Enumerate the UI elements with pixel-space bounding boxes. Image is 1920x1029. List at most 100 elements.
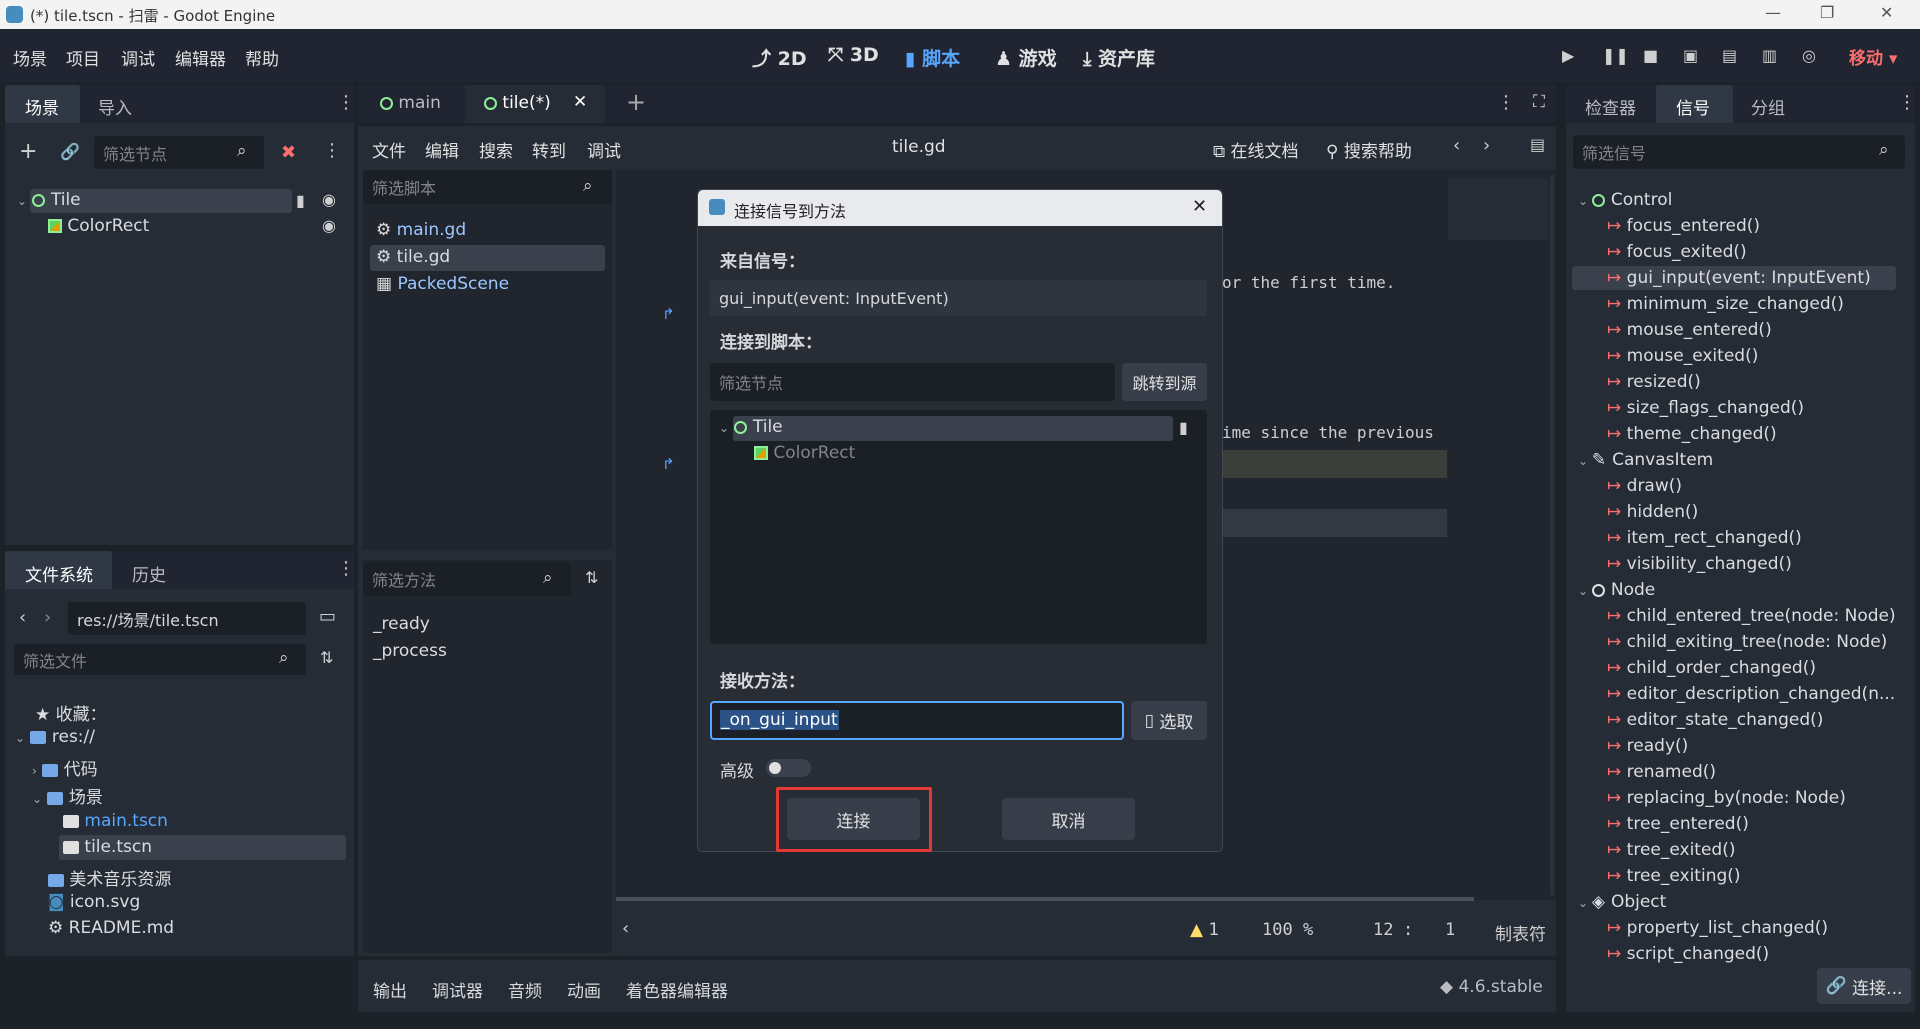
workspace-game[interactable]: ♟ 游戏 bbox=[995, 44, 1057, 71]
editor-tab-tile[interactable]: tile(*) bbox=[484, 93, 551, 113]
menu-debug[interactable]: 调试 bbox=[121, 45, 155, 70]
signal-item[interactable]: ↦ minimum_size_changed() bbox=[1607, 294, 1844, 314]
dock-menu-icon[interactable]: ⋮ bbox=[1898, 92, 1916, 113]
back-icon[interactable]: ‹ bbox=[19, 607, 26, 628]
add-node-icon[interactable]: + bbox=[19, 139, 37, 164]
signal-item[interactable]: ↦ size_flags_changed() bbox=[1607, 398, 1804, 418]
filter-signals-input[interactable]: 筛选信号 bbox=[1573, 135, 1905, 169]
zoom-level[interactable]: 100 % bbox=[1262, 920, 1313, 940]
sort-icon[interactable]: ⇅ bbox=[320, 648, 333, 667]
tab-inspector[interactable]: 检查器 bbox=[1585, 94, 1636, 119]
bottom-tab-animation[interactable]: 动画 bbox=[567, 977, 601, 1002]
fs-item-tile-tscn[interactable]: tile.tscn bbox=[63, 837, 152, 857]
signal-item[interactable]: ↦ resized() bbox=[1607, 372, 1701, 392]
tab-scene[interactable]: 场景 bbox=[25, 94, 59, 119]
stop-icon[interactable]: ■ bbox=[1643, 46, 1661, 65]
fs-item-icon-svg[interactable]: ◙ icon.svg bbox=[48, 892, 140, 912]
play-icon[interactable]: ▶ bbox=[1562, 46, 1580, 65]
close-tab-icon[interactable]: ✕ bbox=[573, 92, 587, 112]
scene-node-tile[interactable]: ⌄ Tile bbox=[17, 190, 81, 210]
filesystem-filter-input[interactable]: 筛选文件 bbox=[14, 644, 306, 675]
connect-signal-button[interactable]: 🔗 连接... bbox=[1817, 968, 1911, 1004]
maximize-button[interactable]: ❐ bbox=[1820, 3, 1834, 22]
attach-script-icon[interactable]: ✖ bbox=[281, 142, 296, 163]
favorites-row[interactable]: ★ 收藏： bbox=[35, 700, 107, 725]
signal-item[interactable]: ↦ gui_input(event: InputEvent) bbox=[1607, 268, 1871, 288]
signal-item[interactable]: ↦ focus_entered() bbox=[1607, 216, 1760, 236]
code-minimap[interactable] bbox=[1448, 178, 1548, 240]
signal-item[interactable]: ↦ property_list_changed() bbox=[1607, 918, 1828, 938]
renderer-mode[interactable]: 移动 ▾ bbox=[1849, 44, 1897, 69]
filter-methods-input[interactable]: 筛选方法 bbox=[363, 562, 571, 596]
warnings-indicator[interactable]: ▲ 1 bbox=[1190, 920, 1219, 940]
signal-item[interactable]: ↦ replacing_by(node: Node) bbox=[1607, 788, 1846, 808]
search-help-button[interactable]: ⚲ 搜索帮助 bbox=[1326, 137, 1412, 162]
add-tab-icon[interactable]: + bbox=[626, 88, 646, 116]
script-menu-goto[interactable]: 转到 bbox=[532, 137, 566, 162]
signal-item[interactable]: ↦ script_changed() bbox=[1607, 944, 1769, 964]
forward-icon[interactable]: › bbox=[44, 607, 51, 628]
signal-group-node[interactable]: ⌄ Node bbox=[1578, 580, 1655, 600]
signal-item[interactable]: ↦ mouse_exited() bbox=[1607, 346, 1758, 366]
editor-tab-main[interactable]: main bbox=[380, 93, 441, 113]
remote-debug-icon[interactable]: ▣ bbox=[1683, 46, 1701, 65]
workspace-assetlib[interactable]: ⤓ 资产库 bbox=[1083, 44, 1155, 71]
signal-item[interactable]: ↦ draw() bbox=[1607, 476, 1682, 496]
scene-menu-icon[interactable]: ⋮ bbox=[323, 140, 341, 161]
dialog-cancel-button[interactable]: 取消 bbox=[1002, 798, 1135, 840]
visibility-eye-icon[interactable]: ◉ bbox=[322, 190, 336, 209]
bottom-tab-debugger[interactable]: 调试器 bbox=[432, 977, 483, 1002]
tab-filesystem[interactable]: 文件系统 bbox=[25, 561, 93, 586]
signal-item[interactable]: ↦ ready() bbox=[1607, 736, 1688, 756]
tab-groups[interactable]: 分组 bbox=[1751, 94, 1785, 119]
pause-icon[interactable]: ❚❚ bbox=[1602, 46, 1629, 65]
dialog-filter-nodes-input[interactable]: 筛选节点 bbox=[710, 363, 1115, 401]
link-icon[interactable]: 🔗 bbox=[60, 142, 80, 161]
script-attached-icon[interactable]: ▮ bbox=[296, 191, 305, 210]
minimize-button[interactable]: — bbox=[1765, 3, 1781, 22]
script-menu-search[interactable]: 搜索 bbox=[479, 137, 513, 162]
method-item-process[interactable]: _process bbox=[373, 641, 447, 661]
movie-maker-icon[interactable]: ◎ bbox=[1802, 46, 1820, 65]
script-menu-file[interactable]: 文件 bbox=[372, 137, 406, 162]
workspace-script[interactable]: ▮ 脚本 bbox=[905, 44, 960, 71]
signal-item[interactable]: ↦ theme_changed() bbox=[1607, 424, 1777, 444]
vertical-scrollbar[interactable] bbox=[1550, 175, 1554, 895]
play-custom-icon[interactable]: ▥ bbox=[1762, 46, 1780, 65]
prev-script-icon[interactable]: ‹ bbox=[1453, 135, 1460, 156]
dialog-close-button[interactable]: ✕ bbox=[1192, 196, 1207, 217]
dock-menu-icon[interactable]: ⋮ bbox=[337, 558, 355, 579]
indent-mode[interactable]: 制表符 bbox=[1495, 920, 1546, 945]
script-item-main[interactable]: ⚙ main.gd bbox=[376, 220, 466, 240]
signal-group-object[interactable]: ⌄ ◈ Object bbox=[1578, 892, 1666, 912]
sort-icon[interactable]: ⇅ bbox=[585, 568, 598, 587]
tab-import[interactable]: 导入 bbox=[98, 94, 132, 119]
signal-group-canvasitem[interactable]: ⌄ ✎ CanvasItem bbox=[1578, 450, 1713, 470]
fs-item-main-tscn[interactable]: main.tscn bbox=[63, 811, 168, 831]
script-item-tile[interactable]: ⚙ tile.gd bbox=[376, 247, 450, 267]
visibility-eye-icon[interactable]: ◉ bbox=[322, 216, 336, 235]
horizontal-scrollbar[interactable] bbox=[616, 897, 1474, 901]
dialog-connect-button[interactable]: 连接 bbox=[787, 798, 920, 840]
fs-item-scenes[interactable]: ⌄ 场景 bbox=[32, 783, 103, 808]
signal-item[interactable]: ↦ tree_entered() bbox=[1607, 814, 1749, 834]
signal-item[interactable]: ↦ mouse_entered() bbox=[1607, 320, 1772, 340]
signal-item[interactable]: ↦ tree_exited() bbox=[1607, 840, 1735, 860]
bottom-tab-shader-editor[interactable]: 着色器编辑器 bbox=[626, 977, 728, 1002]
pick-method-button[interactable]: ▯ 选取 bbox=[1131, 701, 1207, 740]
menu-help[interactable]: 帮助 bbox=[245, 45, 279, 70]
bottom-tab-output[interactable]: 输出 bbox=[373, 977, 407, 1002]
connected-signal-icon[interactable]: ↱ bbox=[662, 305, 675, 323]
signal-item[interactable]: ↦ child_entered_tree(node: Node) bbox=[1607, 606, 1896, 626]
scene-node-colorrect[interactable]: ColorRect bbox=[48, 216, 149, 236]
signal-item[interactable]: ↦ hidden() bbox=[1607, 502, 1698, 522]
script-item-packedscene[interactable]: ▦ PackedScene bbox=[376, 274, 509, 294]
signal-group-control[interactable]: ⌄ Control bbox=[1578, 190, 1672, 210]
tab-history[interactable]: 历史 bbox=[132, 561, 166, 586]
menu-scene[interactable]: 场景 bbox=[13, 45, 47, 70]
connected-signal-icon[interactable]: ↱ bbox=[662, 455, 675, 473]
signal-item[interactable]: ↦ editor_description_changed(n... bbox=[1607, 684, 1895, 704]
signal-item[interactable]: ↦ item_rect_changed() bbox=[1607, 528, 1802, 548]
dialog-node-tile[interactable]: ⌄ Tile bbox=[719, 417, 783, 437]
signal-item[interactable]: ↦ tree_exiting() bbox=[1607, 866, 1741, 886]
